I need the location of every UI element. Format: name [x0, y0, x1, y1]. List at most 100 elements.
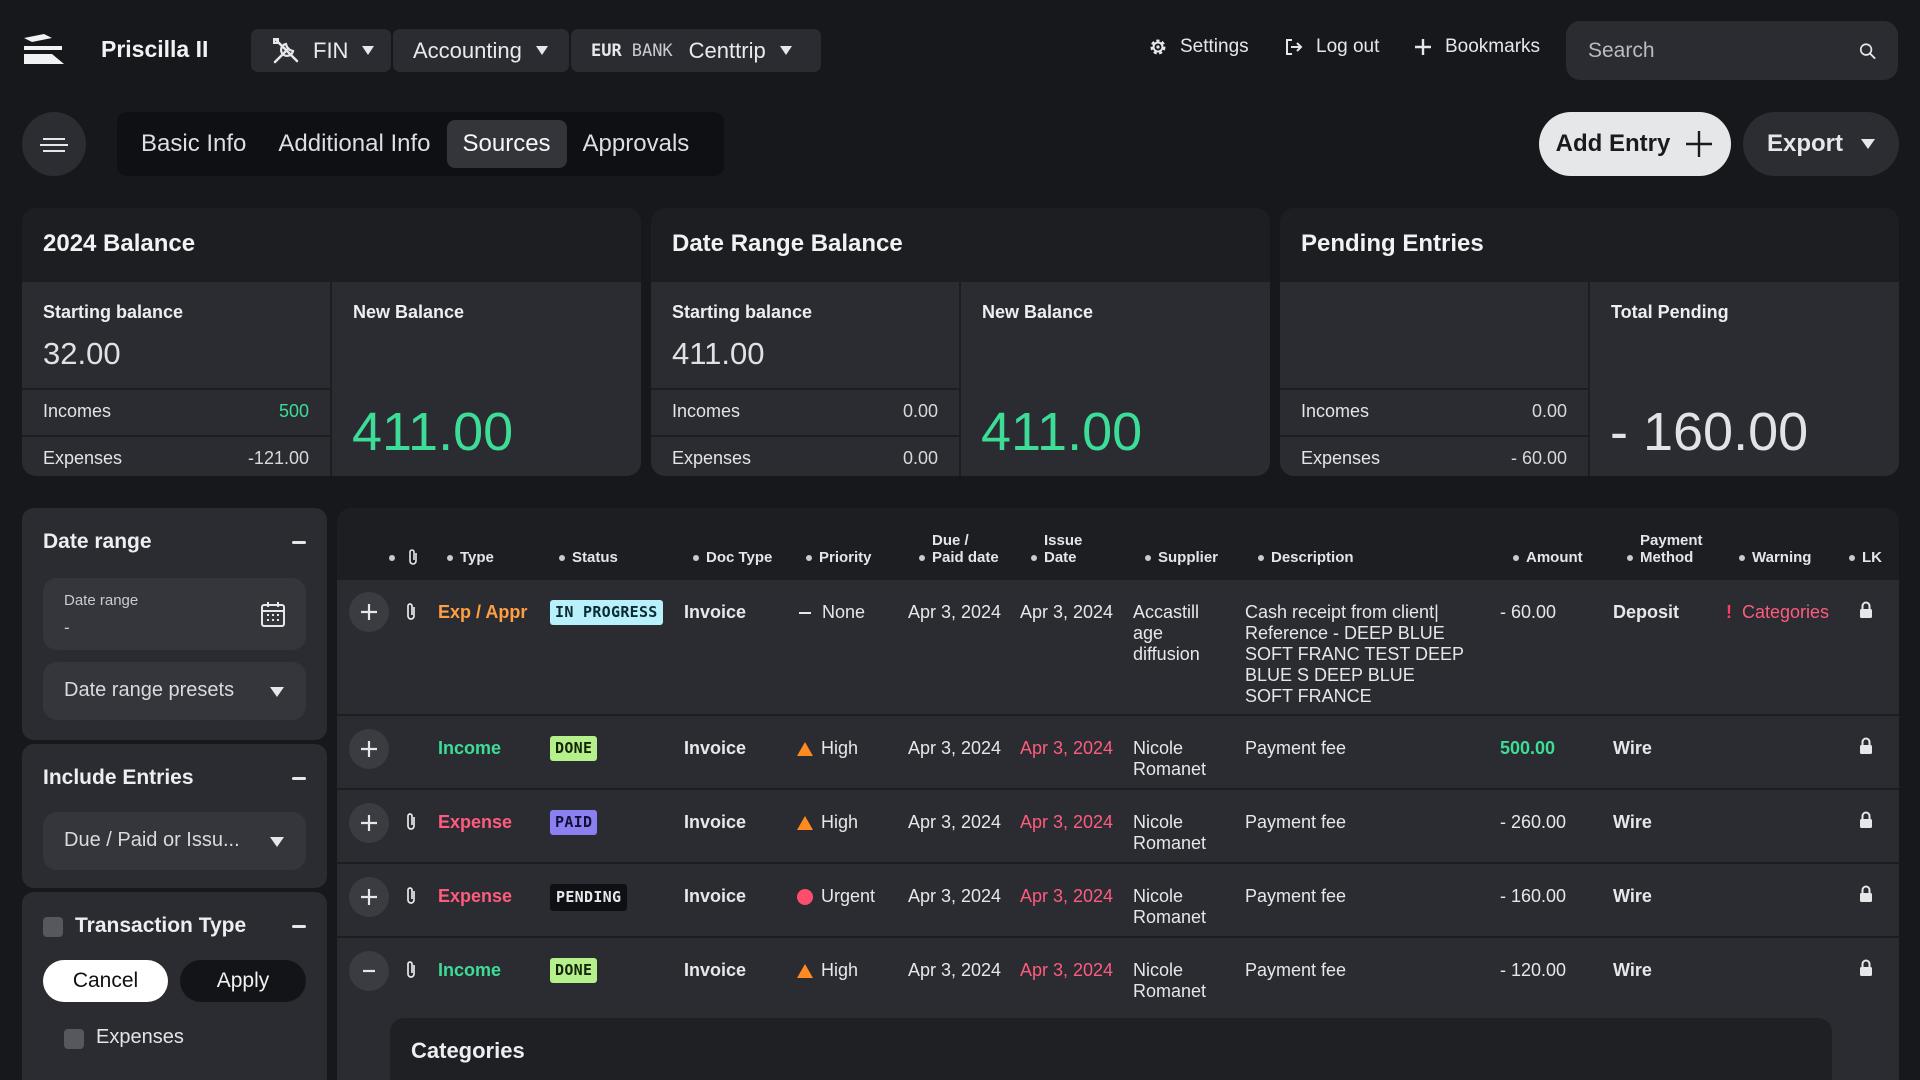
paperclip-icon[interactable] — [405, 602, 417, 622]
table-row[interactable]: Expense PAID Invoice High Apr 3, 2024 Ap… — [337, 790, 1899, 862]
column-header-supplier[interactable]: Supplier — [1145, 508, 1218, 578]
search-box[interactable] — [1566, 21, 1898, 80]
row-description: Payment fee — [1245, 886, 1347, 906]
lock-icon[interactable] — [1859, 601, 1873, 619]
row-due-date: Apr 3, 2024 — [908, 602, 1002, 622]
date-range-input[interactable]: Date range - — [43, 578, 306, 650]
priority-none-icon — [799, 611, 811, 614]
bank-account-selector[interactable]: EUR BANK Centtrip — [571, 29, 821, 72]
department-selector[interactable]: FIN — [251, 29, 391, 72]
column-header-select[interactable] — [389, 508, 402, 578]
expand-row-button[interactable] — [349, 877, 389, 917]
expand-row-button[interactable] — [349, 592, 389, 632]
search-icon[interactable] — [1859, 39, 1876, 63]
menu-button[interactable] — [22, 112, 86, 176]
column-header-lock[interactable]: LK — [1849, 508, 1882, 578]
expenses-label: Expenses — [43, 448, 123, 468]
table-row[interactable]: Exp / Appr IN PROGRESS Invoice None Apr … — [337, 580, 1899, 714]
column-header-amount[interactable]: Amount — [1513, 508, 1583, 578]
row-type: Expense — [438, 886, 513, 906]
table-row[interactable]: Expense PENDING Invoice Urgent Apr 3, 20… — [337, 864, 1899, 936]
row-supplier: Nicole Romanet — [1133, 886, 1207, 927]
column-header-issue-date[interactable]: Issue Date — [1031, 508, 1082, 578]
transaction-type-panel: Transaction Type Cancel Apply Expenses — [22, 892, 327, 1080]
lock-icon[interactable] — [1859, 959, 1873, 977]
column-header-type[interactable]: Type — [447, 508, 494, 578]
expenses-option-label: Expenses — [96, 1026, 184, 1048]
tab-basic-info[interactable]: Basic Info — [125, 120, 262, 168]
incomes-value: 0.00 — [902, 401, 938, 421]
starting-balance-value: 411.00 — [672, 336, 765, 371]
row-issue-date: Apr 3, 2024 — [1020, 960, 1114, 980]
starting-balance-value: 32.00 — [43, 336, 121, 371]
transaction-type-checkbox[interactable] — [43, 917, 63, 937]
apply-button[interactable]: Apply — [180, 960, 306, 1002]
app-logo-icon[interactable] — [22, 34, 66, 66]
row-issue-date: Apr 3, 2024 — [1020, 886, 1114, 906]
expand-row-button[interactable] — [349, 729, 389, 769]
plus-icon — [361, 815, 377, 831]
include-entries-select[interactable]: Due / Paid or Issu... — [43, 812, 306, 870]
settings-link[interactable]: Settings — [1148, 36, 1249, 58]
export-button[interactable]: Export — [1743, 112, 1899, 176]
filter-sidebar: Date range Date range - Date range prese… — [22, 508, 327, 1080]
column-header-due-date[interactable]: Due / Paid date — [919, 508, 999, 578]
column-header-attachment[interactable] — [407, 508, 419, 578]
row-priority: High — [797, 812, 858, 833]
date-range-presets-value: Date range presets — [64, 679, 235, 701]
app-title: Priscilla II — [101, 36, 209, 62]
paperclip-icon[interactable] — [405, 960, 417, 980]
add-entry-button[interactable]: Add Entry — [1539, 112, 1731, 176]
search-input[interactable] — [1588, 38, 1859, 63]
logout-link[interactable]: Log out — [1284, 36, 1379, 58]
row-type: Exp / Appr — [438, 602, 528, 622]
chevron-down-icon — [362, 46, 375, 55]
column-header-description[interactable]: Description — [1258, 508, 1354, 578]
tab-approvals[interactable]: Approvals — [567, 120, 706, 168]
expenses-label: Expenses — [672, 448, 752, 468]
calendar-icon[interactable] — [260, 600, 286, 628]
expand-row-button[interactable] — [349, 803, 389, 843]
collapse-icon[interactable] — [292, 777, 306, 780]
lock-icon[interactable] — [1859, 885, 1873, 903]
bookmarks-link[interactable]: Bookmarks — [1413, 36, 1540, 58]
department-label: FIN — [313, 37, 349, 63]
lock-icon[interactable] — [1859, 737, 1873, 755]
date-range-presets-select[interactable]: Date range presets — [43, 662, 306, 720]
paperclip-icon[interactable] — [405, 812, 417, 832]
module-selector[interactable]: Accounting — [393, 29, 569, 72]
section-tabs: Basic Info Additional Info Sources Appro… — [117, 112, 724, 176]
row-issue-date: Apr 3, 2024 — [1020, 812, 1114, 832]
starting-balance-label: Starting balance — [672, 302, 813, 322]
column-header-status[interactable]: Status — [559, 508, 618, 578]
tab-sources[interactable]: Sources — [446, 120, 567, 168]
row-payment-method: Wire — [1613, 738, 1652, 758]
collapse-icon[interactable] — [292, 925, 306, 928]
column-header-doc-type[interactable]: Doc Type — [693, 508, 772, 578]
column-header-warning[interactable]: Warning — [1739, 508, 1811, 578]
date-range-panel: Date range Date range - Date range prese… — [22, 508, 327, 740]
column-header-payment-method[interactable]: Payment Method — [1627, 508, 1703, 578]
top-bar: Priscilla II FIN Accounting EUR BANK Cen… — [0, 0, 1920, 100]
row-doc-type: Invoice — [684, 960, 747, 980]
expenses-checkbox[interactable] — [64, 1029, 84, 1049]
collapse-icon[interactable] — [292, 541, 306, 544]
gear-icon — [1150, 39, 1166, 55]
paperclip-icon[interactable] — [405, 886, 417, 906]
add-entry-label: Add Entry — [1555, 130, 1671, 157]
row-warning[interactable]: ! Categories — [1726, 602, 1829, 623]
lock-icon[interactable] — [1859, 811, 1873, 829]
card-title: Date Range Balance — [672, 230, 903, 257]
new-balance-value: 411.00 — [981, 402, 1143, 462]
chevron-down-icon — [779, 46, 792, 55]
table-row[interactable]: Income DONE Invoice High Apr 3, 2024 Apr… — [337, 716, 1899, 788]
column-header-priority[interactable]: Priority — [806, 508, 872, 578]
total-pending-value: - 160.00 — [1610, 402, 1809, 462]
cancel-button[interactable]: Cancel — [43, 960, 168, 1002]
row-doc-type: Invoice — [684, 886, 747, 906]
row-due-date: Apr 3, 2024 — [908, 812, 1002, 832]
tab-additional-info[interactable]: Additional Info — [262, 120, 446, 168]
collapse-row-button[interactable] — [349, 951, 389, 991]
row-priority: High — [797, 960, 858, 981]
incomes-label: Incomes — [43, 401, 112, 421]
